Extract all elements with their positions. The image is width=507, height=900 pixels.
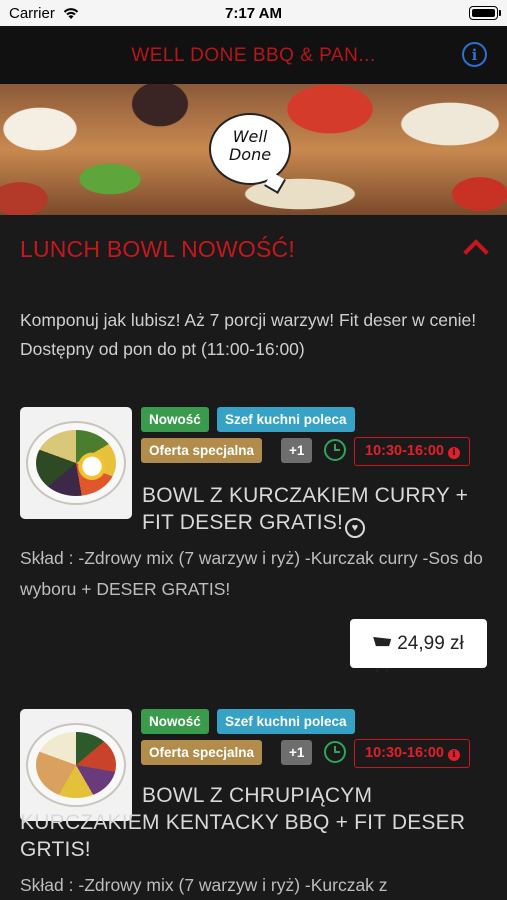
hours-info-icon: i: [448, 447, 460, 459]
info-icon[interactable]: i: [462, 42, 487, 67]
hours-info-icon: i: [448, 749, 460, 761]
restaurant-banner: Well Done: [0, 84, 507, 215]
clock-icon: [324, 439, 346, 461]
hours-text: 10:30-16:00: [365, 745, 444, 761]
chevron-up-icon[interactable]: [463, 239, 489, 265]
cart-icon: [373, 637, 392, 647]
tag-more-count: +1: [281, 438, 313, 463]
tag-new: Nowość: [141, 709, 209, 734]
item-description: Skład : -Zdrowy mix (7 warzyw i ryż) -Ku…: [20, 875, 388, 895]
clock-icon: [324, 741, 346, 763]
restaurant-logo: Well Done: [209, 113, 291, 185]
logo-line-1: Well: [232, 127, 268, 146]
add-to-cart-button[interactable]: 24,99 zł: [350, 619, 487, 672]
logo-line-2: Done: [228, 145, 272, 164]
tag-chef-recommends: Szef kuchni poleca: [217, 407, 355, 432]
category-description: Komponuj jak lubisz! Aż 7 porcji warzyw!…: [20, 310, 477, 359]
category-title: LUNCH BOWL NOWOŚĆ!: [20, 236, 295, 262]
tag-chef-recommends: Szef kuchni poleca: [217, 709, 355, 734]
item-name: BOWL Z KURCZAKIEM CURRY + FIT DESER GRAT…: [142, 482, 492, 538]
battery-icon: [469, 6, 501, 20]
status-bar: Carrier 7:17 AM: [0, 0, 507, 26]
tag-special-offer: Oferta specjalna: [141, 438, 263, 463]
nav-bar: WELL DONE BBQ & PAN... i: [0, 26, 507, 84]
item-description: Skład : -Zdrowy mix (7 warzyw i ryż) -Ku…: [20, 548, 483, 599]
hours-badge[interactable]: 10:30-16:00 i: [354, 437, 470, 466]
hours-badge[interactable]: 10:30-16:00 i: [354, 739, 470, 768]
heart-icon: ♥: [344, 518, 365, 538]
category-header[interactable]: LUNCH BOWL NOWOŚĆ!: [0, 215, 507, 281]
item-photo: [20, 407, 132, 519]
tag-special-offer: Oferta specjalna: [141, 740, 263, 765]
restaurant-title: WELL DONE BBQ & PAN...: [131, 45, 376, 66]
status-time: 7:17 AM: [225, 5, 282, 22]
tag-more-count: +1: [281, 740, 313, 765]
hours-text: 10:30-16:00: [365, 443, 444, 459]
tag-new: Nowość: [141, 407, 209, 432]
item-name-text: BOWL Z KURCZAKIEM CURRY + FIT DESER GRAT…: [142, 484, 469, 534]
item-name: BOWL Z CHRUPIĄCYM KURCZAKIEM KENTACKY BB…: [20, 784, 466, 861]
item-price: 24,99 zł: [397, 633, 464, 654]
